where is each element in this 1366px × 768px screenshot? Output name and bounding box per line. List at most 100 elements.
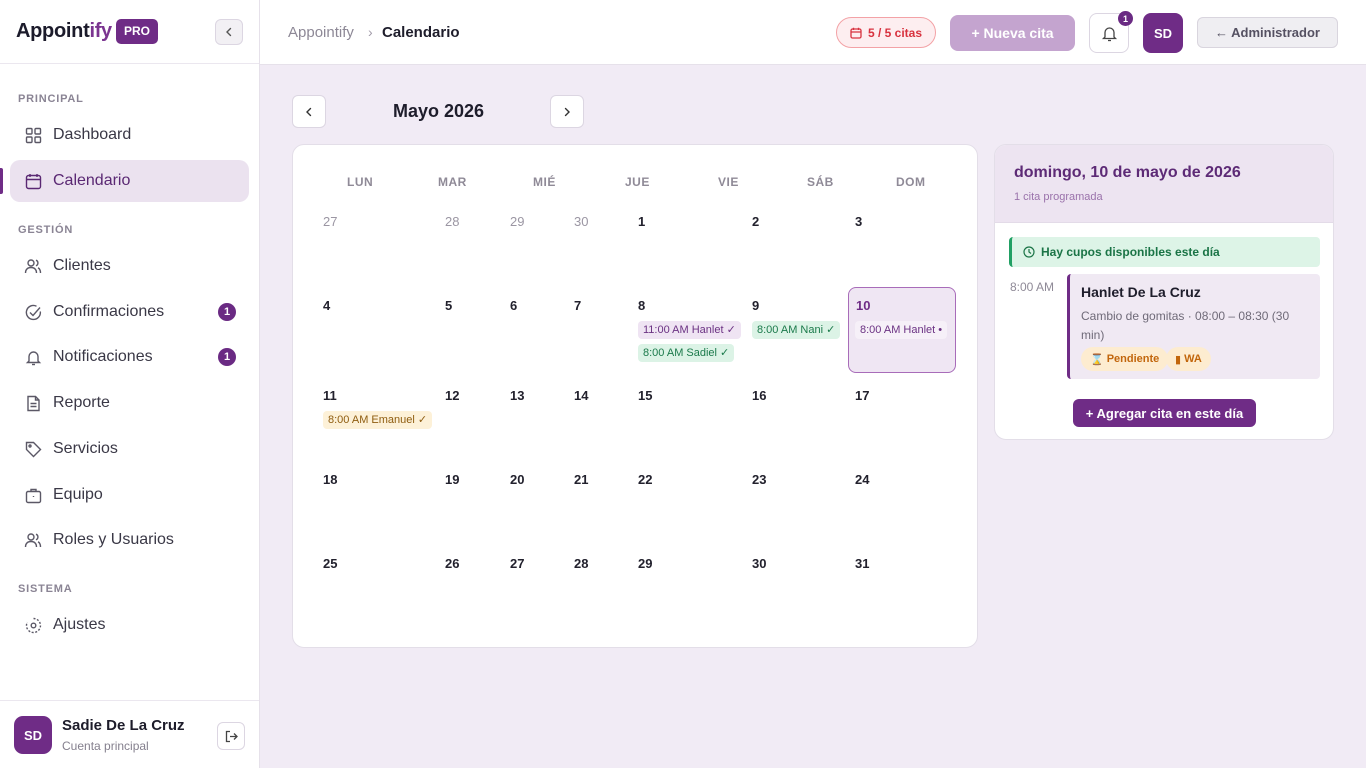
- day-detail-panel: domingo, 10 de mayo de 2026 1 cita progr…: [994, 144, 1334, 440]
- status-text: Pendiente: [1106, 353, 1160, 365]
- logout-button[interactable]: [217, 722, 245, 750]
- user-profile: SD Sadie De La Cruz Cuenta principal: [0, 700, 259, 768]
- day-cell[interactable]: 11: [323, 388, 337, 403]
- breadcrumb-root[interactable]: Appointify: [288, 24, 354, 41]
- sidebar-item-label: Roles y Usuarios: [53, 531, 174, 548]
- chevron-left-icon: [226, 27, 232, 37]
- sidebar-item-equipo[interactable]: Equipo: [10, 474, 249, 516]
- day-cell[interactable]: 27: [510, 556, 524, 571]
- availability-text: Hay cupos disponibles este día: [1041, 245, 1220, 259]
- weekday-header: MIÉ: [533, 175, 556, 189]
- day-cell[interactable]: 24: [855, 472, 869, 487]
- day-detail-title: domingo, 10 de mayo de 2026: [1014, 164, 1241, 181]
- weekday-header: DOM: [896, 175, 926, 189]
- day-cell[interactable]: 27: [323, 214, 337, 229]
- check-circle-icon: [24, 303, 42, 321]
- sidebar-item-ajustes[interactable]: Ajustes: [10, 604, 249, 646]
- active-indicator: [0, 168, 3, 194]
- notification-count-badge: 1: [1118, 11, 1133, 26]
- header-avatar[interactable]: SD: [1143, 13, 1183, 53]
- day-cell[interactable]: 20: [510, 472, 524, 487]
- day-cell[interactable]: 2: [752, 214, 759, 229]
- day-cell[interactable]: 30: [574, 214, 588, 229]
- sidebar-item-confirmaciones[interactable]: Confirmaciones 1: [10, 291, 249, 333]
- day-cell-selected[interactable]: 10: [856, 298, 870, 313]
- sidebar: Appointify PRO PRINCIPAL Dashboard Calen…: [0, 0, 260, 768]
- brand-logo[interactable]: Appointify: [16, 20, 112, 43]
- day-cell[interactable]: 7: [574, 298, 581, 313]
- users-icon: [24, 257, 42, 275]
- sidebar-item-label: Notificaciones: [53, 348, 153, 365]
- weekday-header: JUE: [625, 175, 650, 189]
- sidebar-item-notificaciones[interactable]: Notificaciones 1: [10, 336, 249, 378]
- weekday-header: MAR: [438, 175, 467, 189]
- day-cell[interactable]: 30: [752, 556, 766, 571]
- day-cell[interactable]: 8: [638, 298, 645, 313]
- appointment-client: Hanlet De La Cruz: [1081, 284, 1201, 300]
- day-cell[interactable]: 21: [574, 472, 588, 487]
- sidebar-item-roles-usuarios[interactable]: Roles y Usuarios: [10, 519, 249, 561]
- avatar[interactable]: SD: [14, 716, 52, 754]
- day-cell[interactable]: 18: [323, 472, 337, 487]
- brand-name-accent: ify: [89, 20, 112, 42]
- appointment-card[interactable]: Hanlet De La Cruz Cambio de gomitas · 08…: [1067, 274, 1320, 379]
- day-cell[interactable]: 16: [752, 388, 766, 403]
- day-cell[interactable]: 23: [752, 472, 766, 487]
- day-cell[interactable]: 3: [855, 214, 862, 229]
- sidebar-item-dashboard[interactable]: Dashboard: [10, 114, 249, 156]
- prev-month-button[interactable]: [292, 95, 326, 128]
- day-cell[interactable]: 28: [445, 214, 459, 229]
- chevron-left-icon: [306, 107, 312, 116]
- day-cell[interactable]: 13: [510, 388, 524, 403]
- sidebar-item-clientes[interactable]: Clientes: [10, 245, 249, 287]
- event-chip[interactable]: 8:00 AM Nani ✓: [752, 321, 841, 339]
- briefcase-icon: [24, 486, 42, 504]
- month-title: Mayo 2026: [393, 101, 485, 121]
- appointment-time: 8:00 AM: [1010, 280, 1055, 294]
- admin-button[interactable]: ← Administrador: [1197, 17, 1338, 48]
- event-chip[interactable]: 8:00 AM Emanuel ✓: [323, 411, 433, 429]
- day-cell[interactable]: 15: [638, 388, 652, 403]
- grid-icon: [24, 126, 42, 144]
- sidebar-item-label: Confirmaciones: [53, 303, 165, 320]
- sidebar-item-label: Calendario: [53, 172, 131, 189]
- calendar-grid: LUN MAR MIÉ JUE VIE SÁB DOM 27 28 29 30 …: [292, 144, 978, 648]
- day-cell[interactable]: 28: [574, 556, 588, 571]
- day-cell[interactable]: 17: [855, 388, 869, 403]
- sidebar-item-label: Dashboard: [53, 126, 132, 143]
- event-chip[interactable]: 8:00 AM Sadiel ✓: [638, 344, 735, 362]
- count-badge: 1: [218, 303, 236, 321]
- add-appointment-day-button[interactable]: + Agregar cita en este día: [1073, 399, 1256, 427]
- calendar-icon: [24, 172, 42, 190]
- day-cell[interactable]: 29: [638, 556, 652, 571]
- next-month-button[interactable]: [550, 95, 584, 128]
- event-chip[interactable]: 11:00 AM Hanlet ✓: [638, 321, 741, 339]
- sidebar-item-reporte[interactable]: Reporte: [10, 382, 249, 424]
- day-cell[interactable]: 26: [445, 556, 459, 571]
- users-icon: [24, 531, 42, 549]
- day-cell[interactable]: 6: [510, 298, 517, 313]
- day-cell[interactable]: 12: [445, 388, 459, 403]
- calendar-icon: [850, 27, 862, 39]
- day-cell[interactable]: 14: [574, 388, 588, 403]
- day-cell[interactable]: 25: [323, 556, 337, 571]
- logout-icon: [225, 730, 238, 742]
- day-cell[interactable]: 29: [510, 214, 524, 229]
- event-chip[interactable]: 8:00 AM Hanlet •: [855, 321, 948, 339]
- day-cell[interactable]: 22: [638, 472, 652, 487]
- availability-banner: Hay cupos disponibles este día: [1009, 237, 1320, 267]
- sidebar-item-servicios[interactable]: Servicios: [10, 428, 249, 470]
- day-cell[interactable]: 19: [445, 472, 459, 487]
- day-cell[interactable]: 1: [638, 214, 645, 229]
- day-cell[interactable]: 4: [323, 298, 330, 313]
- top-header: Appointify › Calendario 5 / 5 citas + Nu…: [260, 0, 1366, 65]
- day-cell[interactable]: 5: [445, 298, 452, 313]
- day-cell[interactable]: 9: [752, 298, 759, 313]
- sidebar-item-label: Ajustes: [53, 616, 106, 633]
- collapse-sidebar-button[interactable]: [215, 19, 243, 45]
- sidebar-item-calendario[interactable]: Calendario: [10, 160, 249, 202]
- page-title: Calendario: [382, 24, 460, 41]
- sidebar-item-label: Reporte: [53, 394, 110, 411]
- new-appointment-button[interactable]: + Nueva cita: [950, 15, 1075, 51]
- day-cell[interactable]: 31: [855, 556, 869, 571]
